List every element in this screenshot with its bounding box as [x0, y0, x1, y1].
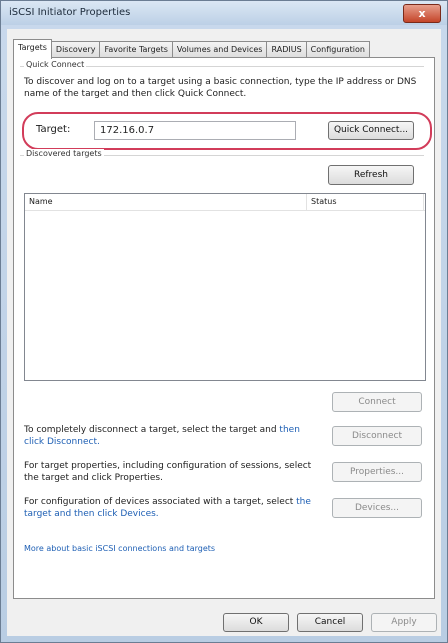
tab-discovery[interactable]: Discovery [50, 41, 101, 58]
iscsi-properties-window: iSCSI Initiator Properties x Targets Dis… [0, 0, 448, 643]
devices-button[interactable]: Devices... [332, 498, 422, 518]
targets-tab-panel: Quick Connect To discover and log on to … [13, 57, 435, 599]
devices-instructions: For configuration of devices associated … [24, 496, 324, 520]
target-input[interactable] [94, 121, 296, 140]
quick-connect-description: To discover and log on to a target using… [24, 77, 417, 99]
properties-instructions: For target properties, including configu… [24, 460, 324, 484]
window-title: iSCSI Initiator Properties [9, 7, 131, 18]
target-label: Target: [36, 124, 71, 135]
status-column-header[interactable]: Status [307, 194, 424, 210]
disconnect-instructions-text: To completely disconnect a target, selec… [24, 425, 280, 435]
disconnect-button[interactable]: Disconnect [332, 426, 422, 446]
connect-button[interactable]: Connect [332, 392, 422, 412]
name-column-header[interactable]: Name [25, 194, 307, 210]
properties-button[interactable]: Properties... [332, 462, 422, 482]
apply-button[interactable]: Apply [371, 613, 437, 632]
refresh-button[interactable]: Refresh [328, 165, 414, 185]
quick-connect-button[interactable]: Quick Connect... [328, 121, 414, 140]
title-bar[interactable]: iSCSI Initiator Properties x [1, 1, 447, 25]
tab-favorite-targets[interactable]: Favorite Targets [99, 41, 173, 58]
devices-instructions-text: For configuration of devices associated … [24, 497, 297, 507]
dialog-client-area: Targets Discovery Favorite Targets Volum… [7, 29, 441, 636]
close-button[interactable]: x [403, 4, 441, 23]
discovered-targets-group-label: Discovered targets [24, 149, 104, 158]
more-info-link[interactable]: More about basic iSCSI connections and t… [24, 543, 424, 555]
discovered-targets-list[interactable]: Name Status [24, 193, 426, 381]
tab-radius[interactable]: RADIUS [266, 41, 307, 58]
tab-configuration[interactable]: Configuration [305, 41, 370, 58]
quick-connect-group-label: Quick Connect [24, 60, 87, 69]
tab-volumes-and-devices[interactable]: Volumes and Devices [171, 41, 268, 58]
disconnect-instructions: To completely disconnect a target, selec… [24, 424, 314, 448]
tab-strip: Targets Discovery Favorite Targets Volum… [13, 39, 370, 59]
ok-button[interactable]: OK [223, 613, 289, 632]
cancel-button[interactable]: Cancel [297, 613, 363, 632]
properties-instructions-text: For target properties, including configu… [24, 461, 285, 471]
tab-targets[interactable]: Targets [13, 39, 52, 59]
